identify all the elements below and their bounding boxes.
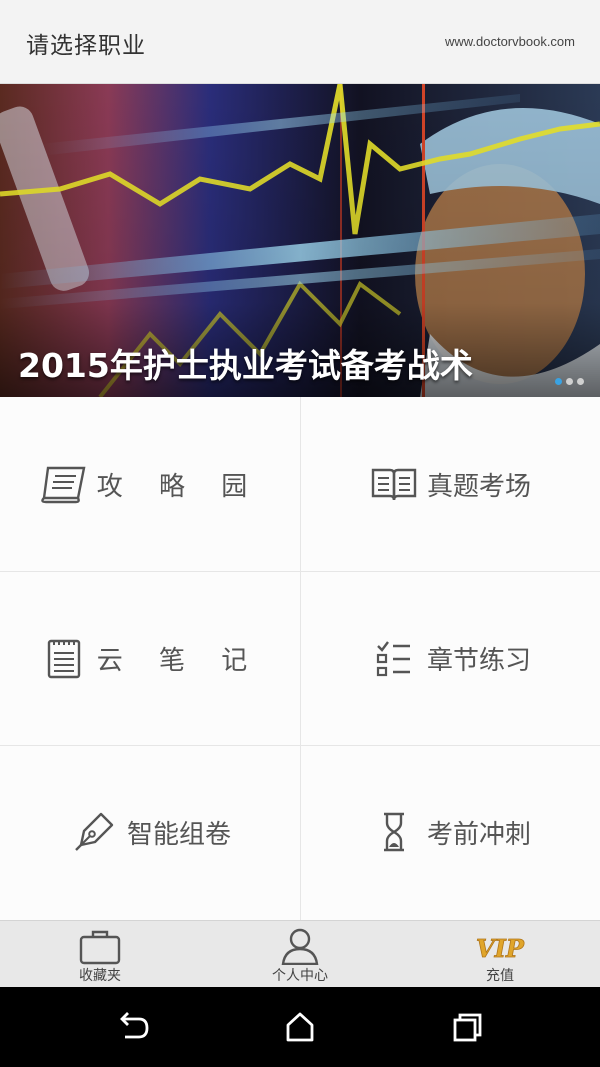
menu-item-label: 章节练习 [426,645,531,676]
vip-badge-text: VIP [476,934,525,963]
notepad-icon [39,636,89,680]
tab-recharge[interactable]: VIP 充值 [400,921,600,988]
carousel-dot-3[interactable] [577,378,584,385]
menu-item-label: 攻 略 园 [96,471,262,502]
menu-item-label: 考前冲刺 [426,819,531,850]
user-icon [275,927,325,966]
menu-item-final-sprint[interactable]: 考前冲刺 [300,745,600,919]
app-screen: 请选择职业 www.doctorvbook.com 2015年护士执业考试备考战… [0,0,600,1067]
menu-item-past-exams[interactable]: 真题考场 [300,397,600,571]
tab-label: 个人中心 [272,968,328,984]
pen-nib-icon [69,810,119,854]
open-book-icon [369,462,419,506]
checklist-icon [369,636,419,680]
menu-item-cloud-notes[interactable]: 云 笔 记 [0,571,300,745]
menu-item-label: 真题考场 [426,471,531,502]
briefcase-icon [75,927,125,965]
scroll-icon [39,462,89,506]
carousel-dot-1[interactable] [555,378,562,385]
tab-favorites[interactable]: 收藏夹 [0,921,200,988]
banner-caption: 2015年护士执业考试备考战术 [18,346,473,385]
system-navigation-bar [0,987,600,1067]
vip-icon: VIP [475,927,526,965]
header-bar: 请选择职业 www.doctorvbook.com [0,0,600,84]
menu-item-strategy[interactable]: 攻 略 园 [0,397,300,571]
carousel-indicator [555,378,584,385]
menu-item-label: 云 笔 记 [96,645,262,676]
site-url[interactable]: www.doctorvbook.com [445,34,575,49]
recents-icon[interactable] [447,1007,487,1047]
menu-grid: 攻 略 园 真题考场 云 笔 记 章节练习 智能组卷 考前冲刺 [0,397,600,920]
hourglass-icon [369,810,419,854]
menu-item-smart-paper[interactable]: 智能组卷 [0,745,300,919]
carousel-dot-2[interactable] [566,378,573,385]
tab-label: 收藏夹 [79,968,121,984]
tab-label: 充值 [486,968,514,984]
tab-profile[interactable]: 个人中心 [200,921,400,988]
home-icon[interactable] [280,1007,320,1047]
menu-item-label: 智能组卷 [126,819,231,850]
page-title: 请选择职业 [26,33,146,59]
bottom-tab-bar: 收藏夹 个人中心 VIP 充值 [0,920,600,987]
back-icon[interactable] [113,1007,153,1047]
menu-item-chapter-practice[interactable]: 章节练习 [300,571,600,745]
banner-carousel[interactable]: 2015年护士执业考试备考战术 [0,84,600,397]
